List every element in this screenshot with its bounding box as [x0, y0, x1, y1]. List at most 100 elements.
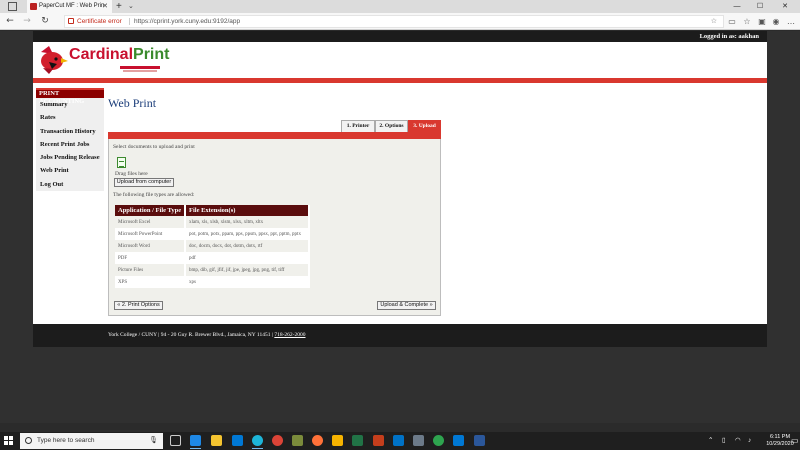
- new-tab-icon[interactable]: +: [116, 0, 122, 13]
- microphone-icon[interactable]: 🎙: [149, 433, 158, 449]
- cell-extensions: xps: [185, 276, 310, 288]
- header-red-bar: [33, 78, 767, 83]
- favorite-star-icon[interactable]: ☆: [711, 16, 717, 27]
- firefox-icon[interactable]: [312, 435, 323, 446]
- step-tabs: 1. Printer 2. Options 3. Upload: [341, 120, 441, 132]
- file-explorer-icon[interactable]: [211, 435, 222, 446]
- logo-swoosh: [123, 70, 157, 72]
- cell-extensions: xlam, xls, xlsb, xlsm, xlsx, xltm, xltx: [185, 216, 310, 228]
- logo-wordmark: CardinalPrint: [69, 46, 169, 64]
- logo-ardinal: ardinal: [80, 46, 134, 63]
- app-icon-5[interactable]: [453, 435, 464, 446]
- sidebar: PRINT ACCOUNTING Summary Rates Transacti…: [36, 88, 104, 191]
- reading-view-icon[interactable]: ▭: [726, 13, 738, 30]
- address-bar: ← → ↻ Certificate error https://cprint.y…: [0, 13, 800, 30]
- papercut-site: Logged in as: aakhan CardinalPrint PRINT…: [33, 31, 767, 347]
- powerpoint-icon[interactable]: [373, 435, 384, 446]
- back-arrow-icon[interactable]: ←: [3, 13, 17, 30]
- table-row: XPS xps: [115, 276, 310, 288]
- page-title: Web Print: [108, 96, 157, 110]
- volume-icon[interactable]: ♪: [748, 432, 751, 450]
- footer-phone-link[interactable]: 718-262-2000: [274, 332, 305, 338]
- top-strip: Logged in as: aakhan: [33, 31, 767, 42]
- minimize-icon[interactable]: —: [727, 0, 747, 13]
- cell-file-type: PDF: [115, 252, 186, 264]
- cell-file-type: Microsoft PowerPoint: [115, 228, 186, 240]
- certificate-error[interactable]: Certificate error: [68, 16, 122, 27]
- edge-legacy-icon[interactable]: [190, 435, 201, 449]
- footer-address: York College / CUNY | 94 - 20 Guy R. Bre…: [108, 332, 275, 338]
- maximize-icon[interactable]: ☐: [750, 0, 770, 13]
- panel-red-bar: [108, 132, 441, 139]
- windows-taskbar: Type here to search 🎙 ⌃ ▯ ◠ ♪ 6:11 PM 10…: [0, 432, 800, 450]
- notifications-icon[interactable]: ▭: [791, 432, 799, 450]
- tab-options[interactable]: 2. Options: [375, 120, 408, 132]
- tab-actions-icon[interactable]: [8, 2, 17, 11]
- file-types-table: Application / File Type File Extension(s…: [115, 205, 310, 288]
- collections-icon[interactable]: ▣: [756, 13, 768, 30]
- sidebar-item-web-print[interactable]: Web Print: [36, 164, 104, 177]
- app-icon-2[interactable]: [332, 435, 343, 446]
- cell-file-type: Picture Files: [115, 264, 186, 276]
- cell-file-type: Microsoft Excel: [115, 216, 186, 228]
- store-icon[interactable]: [232, 435, 243, 446]
- cell-file-type: XPS: [115, 276, 186, 288]
- cell-extensions: pdf: [185, 252, 310, 264]
- url-input[interactable]: Certificate error https://cprint.york.cu…: [64, 15, 724, 28]
- tab-printer[interactable]: 1. Printer: [341, 120, 375, 132]
- cell-extensions: doc, docm, docx, dot, dotm, dotx, rtf: [185, 240, 310, 252]
- word-icon[interactable]: [474, 435, 485, 446]
- sidebar-item-recent-print-jobs[interactable]: Recent Print Jobs: [36, 138, 104, 151]
- excel-icon[interactable]: [352, 435, 363, 446]
- col-header-file-type: Application / File Type: [115, 205, 186, 216]
- task-view-icon[interactable]: [170, 435, 181, 446]
- document-icon: [117, 157, 126, 168]
- upload-instruction: Select documents to upload and print: [113, 144, 195, 150]
- tab-upload[interactable]: 3. Upload: [408, 120, 441, 132]
- cell-file-type: Microsoft Word: [115, 240, 186, 252]
- upload-complete-button[interactable]: Upload & Complete »: [377, 301, 436, 310]
- table-row: Microsoft Word doc, docm, docx, dot, dot…: [115, 240, 310, 252]
- drag-files-label: Drag files here: [115, 171, 148, 177]
- app-icon-4[interactable]: [433, 435, 444, 446]
- site-footer: York College / CUNY | 94 - 20 Guy R. Bre…: [33, 324, 767, 347]
- sidebar-item-jobs-pending-release[interactable]: Jobs Pending Release: [36, 151, 104, 164]
- print-options-back-button[interactable]: « 2. Print Options: [114, 301, 163, 310]
- outlook-icon[interactable]: [393, 435, 404, 446]
- upload-from-computer-button[interactable]: Upload from computer: [114, 178, 174, 187]
- panel-body: Select documents to upload and print Dra…: [108, 139, 441, 316]
- table-header-row: Application / File Type File Extension(s…: [115, 205, 310, 216]
- refresh-icon[interactable]: ↻: [38, 13, 52, 30]
- app-icon-1[interactable]: [292, 435, 303, 446]
- sidebar-item-transaction-history[interactable]: Transaction History: [36, 125, 104, 138]
- sidebar-item-rates[interactable]: Rates: [36, 111, 104, 124]
- logged-in-label: Logged in as: aakhan: [699, 33, 759, 40]
- app-icon-3[interactable]: [413, 435, 424, 446]
- window-close-icon[interactable]: ✕: [775, 0, 795, 13]
- url-text: https://cprint.york.cuny.edu:9192/app: [134, 18, 241, 25]
- favorites-icon[interactable]: ☆: [741, 13, 753, 30]
- windows-start-icon[interactable]: [4, 436, 14, 446]
- table-row: Microsoft PowerPoint pot, potm, potx, pp…: [115, 228, 310, 240]
- edge-icon[interactable]: [252, 435, 263, 449]
- taskbar-search-input[interactable]: Type here to search 🎙: [20, 433, 163, 449]
- more-options-icon[interactable]: …: [785, 13, 797, 30]
- sidebar-item-log-out[interactable]: Log Out: [36, 178, 104, 191]
- network-icon[interactable]: ▯: [722, 432, 726, 450]
- search-icon: [25, 437, 32, 444]
- allowed-types-label: The following file types are allowed:: [113, 192, 195, 198]
- wifi-icon[interactable]: ◠: [735, 432, 741, 450]
- profile-icon[interactable]: ◉: [770, 13, 782, 30]
- logo-print: Print: [133, 46, 170, 63]
- warning-icon: [68, 18, 74, 24]
- forward-arrow-icon[interactable]: →: [20, 13, 34, 30]
- tab-list-chevron-icon[interactable]: ⌄: [128, 0, 134, 13]
- browser-tab[interactable]: PaperCut MF : Web Prin ✕: [27, 0, 112, 13]
- cardinal-print-logo[interactable]: CardinalPrint: [35, 44, 175, 80]
- table-row: PDF pdf: [115, 252, 310, 264]
- logo-c: C: [69, 46, 81, 63]
- tab-close-icon[interactable]: ✕: [102, 0, 108, 13]
- people-icon[interactable]: ⌃: [708, 432, 713, 450]
- search-placeholder: Type here to search: [37, 437, 95, 444]
- chrome-icon[interactable]: [272, 435, 283, 446]
